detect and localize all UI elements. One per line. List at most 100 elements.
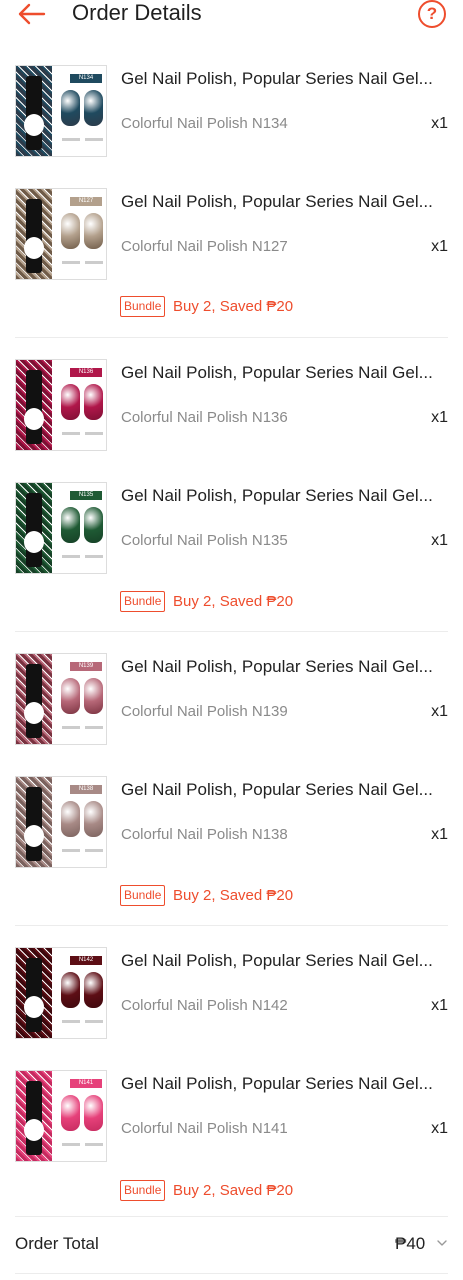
nail-swatch [84,213,103,249]
bundle-badge: Bundle [120,1180,166,1201]
order-item[interactable]: N139 Gel Nail Polish, Popular Series Nai… [0,653,463,763]
shade-code-label: N134 [70,74,102,83]
header: Order Details ? [0,0,463,32]
item-quantity: x1 [431,997,448,1014]
divider [15,1273,448,1274]
shade-code-label: N138 [70,785,102,794]
swatch-caption [62,555,80,558]
shade-code-label: N139 [70,662,102,671]
product-name[interactable]: Gel Nail Polish, Popular Series Nail Gel… [121,1074,446,1094]
product-variation: Colorful Nail Polish N127 [121,238,288,255]
order-item[interactable]: N142 Gel Nail Polish, Popular Series Nai… [0,947,463,1057]
product-variation: Colorful Nail Polish N142 [121,997,288,1014]
chevron-down-icon[interactable] [436,1236,448,1250]
bundle-badge: Bundle [120,591,166,612]
nail-swatch [61,507,80,543]
product-name[interactable]: Gel Nail Polish, Popular Series Nail Gel… [121,69,446,89]
item-quantity: x1 [431,115,448,132]
help-button[interactable]: ? [418,0,446,28]
product-name[interactable]: Gel Nail Polish, Popular Series Nail Gel… [121,363,446,383]
product-name[interactable]: Gel Nail Polish, Popular Series Nail Gel… [121,951,446,971]
product-name[interactable]: Gel Nail Polish, Popular Series Nail Gel… [121,657,446,677]
nail-swatch [61,1095,80,1131]
item-quantity: x1 [431,532,448,549]
item-quantity: x1 [431,826,448,843]
bundle-savings-text: Buy 2, Saved ₱20 [173,1182,294,1199]
bundle-deal-row[interactable]: Bundle Buy 2, Saved ₱20 [0,1178,463,1206]
product-name[interactable]: Gel Nail Polish, Popular Series Nail Gel… [121,780,446,800]
nail-swatch [84,1095,103,1131]
nail-swatch [84,972,103,1008]
nail-swatch [61,678,80,714]
order-item[interactable]: N141 Gel Nail Polish, Popular Series Nai… [0,1070,463,1180]
question-circle-icon: ? [426,4,438,23]
swatch-caption [62,1020,80,1023]
product-image[interactable]: N142 [15,947,107,1039]
bundle-badge: Bundle [120,296,166,317]
order-total-value: ₱40 [395,1234,426,1253]
swatch-caption [62,261,80,264]
swatch-caption [85,1143,103,1146]
swatch-caption [85,432,103,435]
bundle-deal-row[interactable]: Bundle Buy 2, Saved ₱20 [0,294,463,322]
product-variation: Colorful Nail Polish N134 [121,115,288,132]
item-quantity: x1 [431,703,448,720]
order-item[interactable]: N138 Gel Nail Polish, Popular Series Nai… [0,776,463,886]
nail-swatch [84,507,103,543]
order-item[interactable]: N136 Gel Nail Polish, Popular Series Nai… [0,359,463,469]
bottle-image [24,493,44,567]
order-details-page: Order Details ? N134 Gel Nail Polish, Po… [0,0,463,1280]
arrow-left-icon [18,3,46,25]
shade-code-label: N142 [70,956,102,965]
swatch-caption [85,138,103,141]
swatch-caption [85,1020,103,1023]
swatch-caption [62,726,80,729]
bottle-image [24,958,44,1032]
nail-swatch [61,801,80,837]
nail-swatch [84,678,103,714]
divider [15,337,448,338]
product-image[interactable]: N139 [15,653,107,745]
order-total-row[interactable]: Order Total ₱40 [0,1226,463,1264]
item-quantity: x1 [431,1120,448,1137]
product-image[interactable]: N135 [15,482,107,574]
bundle-deal-row[interactable]: Bundle Buy 2, Saved ₱20 [0,883,463,911]
product-image[interactable]: N141 [15,1070,107,1162]
bottle-image [24,1081,44,1155]
nail-swatch [61,972,80,1008]
nail-swatch [84,801,103,837]
bundle-deal-row[interactable]: Bundle Buy 2, Saved ₱20 [0,589,463,617]
order-total-label: Order Total [15,1234,99,1253]
product-name[interactable]: Gel Nail Polish, Popular Series Nail Gel… [121,486,446,506]
shade-code-label: N127 [70,197,102,206]
order-item[interactable]: N134 Gel Nail Polish, Popular Series Nai… [0,65,463,175]
bundle-savings-text: Buy 2, Saved ₱20 [173,298,294,315]
divider [15,631,448,632]
bottle-image [24,76,44,150]
order-item[interactable]: N135 Gel Nail Polish, Popular Series Nai… [0,482,463,592]
nail-swatch [84,384,103,420]
swatch-caption [85,726,103,729]
shade-code-label: N141 [70,1079,102,1088]
nail-swatch [84,90,103,126]
product-image[interactable]: N136 [15,359,107,451]
order-item[interactable]: N127 Gel Nail Polish, Popular Series Nai… [0,188,463,298]
product-image[interactable]: N138 [15,776,107,868]
nail-swatch [61,90,80,126]
back-button[interactable] [14,0,48,28]
swatch-caption [62,138,80,141]
product-image[interactable]: N127 [15,188,107,280]
page-title: Order Details [72,0,202,25]
swatch-caption [85,261,103,264]
nail-swatch [61,384,80,420]
product-variation: Colorful Nail Polish N136 [121,409,288,426]
item-quantity: x1 [431,238,448,255]
bottle-image [24,787,44,861]
product-name[interactable]: Gel Nail Polish, Popular Series Nail Gel… [121,192,446,212]
swatch-caption [62,432,80,435]
product-image[interactable]: N134 [15,65,107,157]
shade-code-label: N135 [70,491,102,500]
swatch-caption [62,1143,80,1146]
bottle-image [24,664,44,738]
divider [15,1216,448,1217]
